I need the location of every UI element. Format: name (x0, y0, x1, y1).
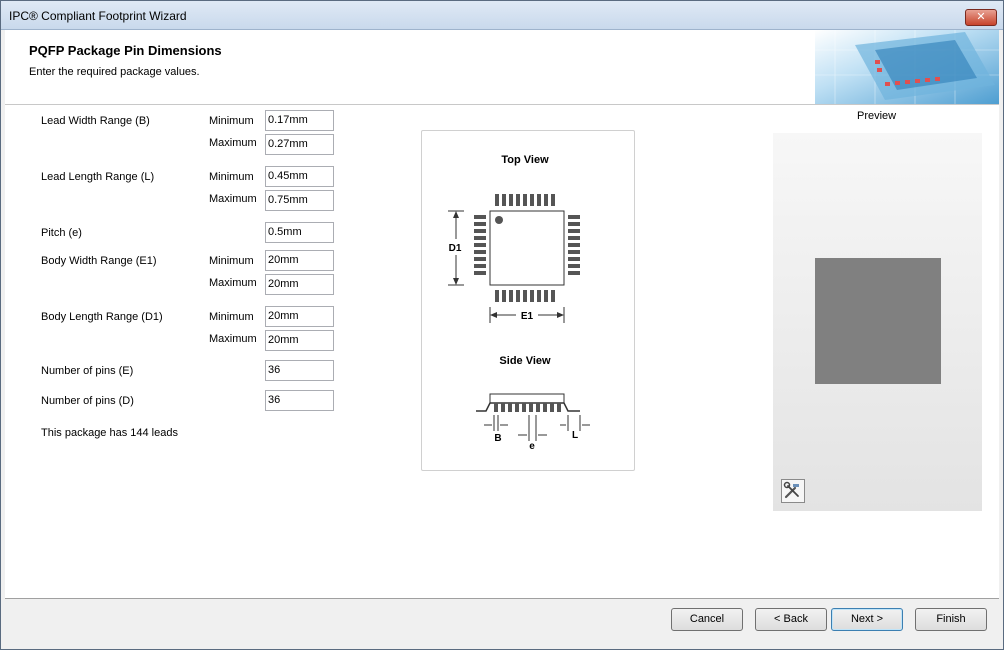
body-width-max-label: Maximum (209, 277, 257, 289)
lead-length-min-label: Minimum (209, 171, 254, 183)
header-banner-image (815, 30, 999, 104)
back-button[interactable]: < Back (755, 608, 827, 631)
footer-divider (5, 598, 999, 599)
b-label: B (494, 433, 501, 444)
lead-count-text: This package has 144 leads (41, 427, 178, 439)
lead-width-max-input[interactable]: 0.27mm (265, 134, 334, 155)
preview-panel[interactable] (773, 133, 982, 511)
d1-label: D1 (449, 243, 462, 254)
pin1-marker (495, 216, 503, 224)
body-width-min-input[interactable]: 20mm (265, 250, 334, 271)
e1-label: E1 (521, 311, 534, 322)
preview-tool-button[interactable] (781, 479, 805, 503)
footprint-pad (815, 258, 941, 384)
lead-length-min-input[interactable]: 0.45mm (265, 166, 334, 187)
body-length-min-input[interactable]: 20mm (265, 306, 334, 327)
next-button[interactable]: Next > (831, 608, 903, 631)
pins-d-label: Number of pins (D) (41, 395, 134, 407)
page-subtitle: Enter the required package values. (29, 66, 200, 78)
pins-e-label: Number of pins (E) (41, 365, 134, 377)
preview-label: Preview (857, 110, 897, 122)
body-width-min-label: Minimum (209, 255, 254, 267)
package-diagram-svg: Top View D1 E1 Side View B e L (448, 154, 590, 452)
body-length-label: Body Length Range (D1) (41, 311, 163, 323)
pitch-input[interactable]: 0.5mm (265, 222, 334, 243)
lead-length-max-input[interactable]: 0.75mm (265, 190, 334, 211)
wizard-content: Lead Width Range (B) Minimum 0.17mm Maxi… (5, 105, 999, 599)
body-length-min-label: Minimum (209, 311, 254, 323)
package-diagram: Top View D1 E1 Side View B e L (421, 130, 635, 471)
pins-e-input[interactable]: 36 (265, 360, 334, 381)
finish-button[interactable]: Finish (915, 608, 987, 631)
pins-d-input[interactable]: 36 (265, 390, 334, 411)
cancel-button[interactable]: Cancel (671, 608, 743, 631)
wizard-header: PQFP Package Pin Dimensions Enter the re… (5, 30, 999, 105)
lead-width-min-label: Minimum (209, 115, 254, 127)
side-view-heading: Side View (499, 355, 551, 367)
lead-length-label: Lead Length Range (L) (41, 171, 155, 183)
e-pitch-label: e (529, 441, 535, 452)
window-title: IPC® Compliant Footprint Wizard (9, 9, 187, 23)
title-bar[interactable]: IPC® Compliant Footprint Wizard ✕ (1, 1, 1003, 30)
pitch-label: Pitch (e) (41, 227, 82, 239)
top-view-heading: Top View (501, 154, 549, 166)
side-body (489, 393, 565, 404)
l-label: L (572, 430, 578, 441)
wrench-hammer-icon (783, 481, 799, 499)
lead-width-label: Lead Width Range (B) (41, 115, 150, 127)
wizard-window: IPC® Compliant Footprint Wizard ✕ PQFP P… (0, 0, 1004, 650)
body-length-max-label: Maximum (209, 333, 257, 345)
page-title: PQFP Package Pin Dimensions (29, 43, 222, 58)
body-length-max-input[interactable]: 20mm (265, 330, 334, 351)
close-button[interactable]: ✕ (965, 9, 997, 26)
lead-length-max-label: Maximum (209, 193, 257, 205)
lead-width-max-label: Maximum (209, 137, 257, 149)
lead-width-min-input[interactable]: 0.17mm (265, 110, 334, 131)
body-width-label: Body Width Range (E1) (41, 255, 157, 267)
body-width-max-input[interactable]: 20mm (265, 274, 334, 295)
